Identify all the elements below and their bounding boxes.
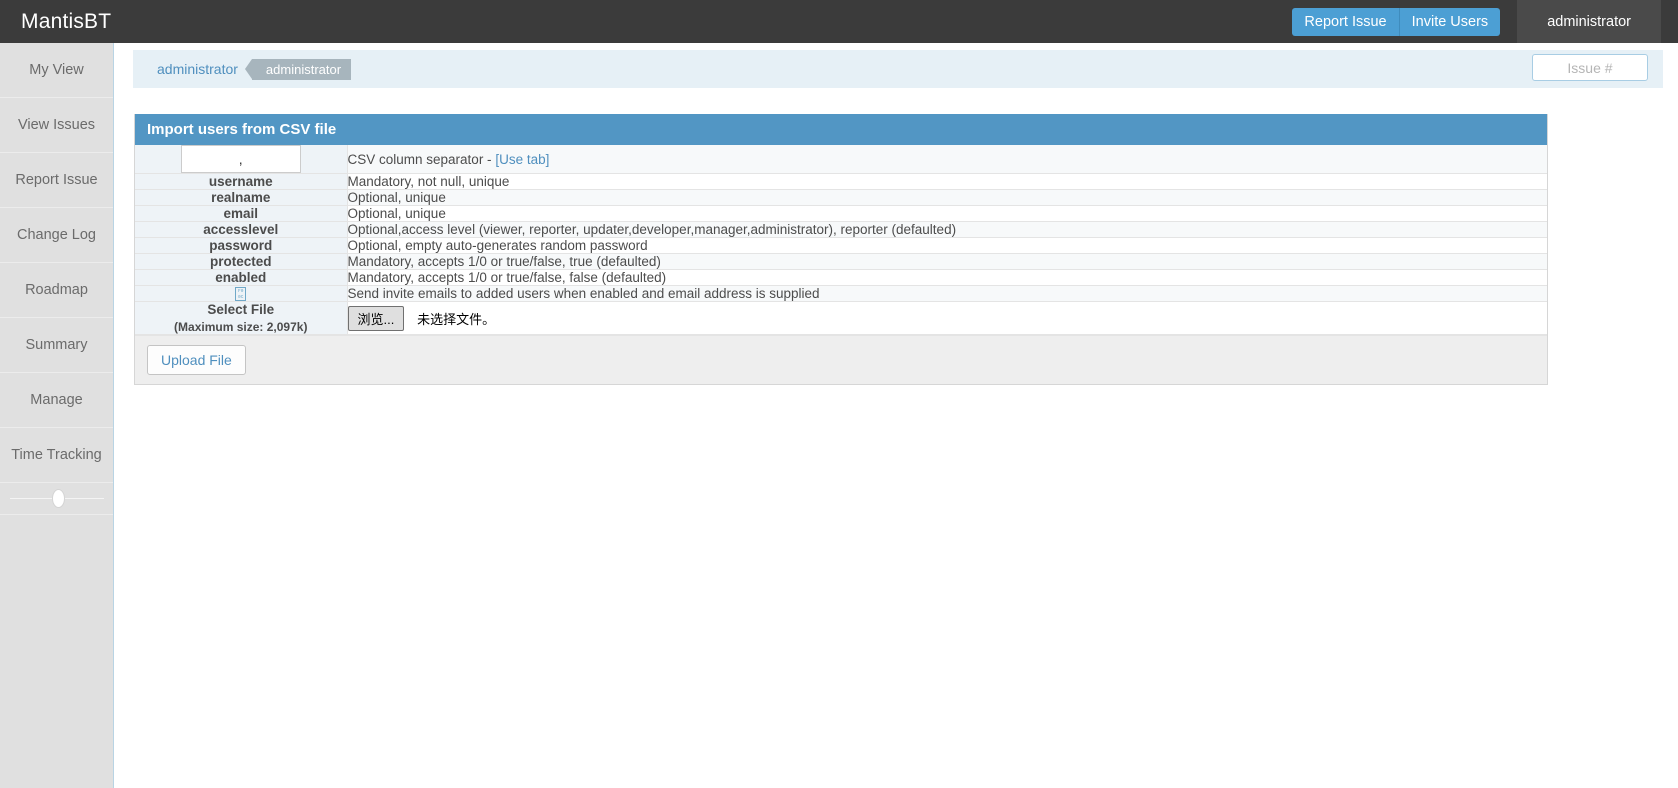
navbar-action-buttons: Report Issue Invite Users bbox=[1292, 0, 1501, 43]
navbar-right-group: Report Issue Invite Users administrator bbox=[1292, 0, 1678, 43]
sidebar-item-report-issue[interactable]: Report Issue bbox=[0, 153, 113, 208]
table-row: realname Optional, unique bbox=[135, 189, 1547, 206]
import-users-panel: Import users from CSV file CSV column se… bbox=[134, 114, 1548, 386]
user-menu[interactable]: administrator bbox=[1517, 0, 1661, 43]
sidebar-collapse-slider[interactable] bbox=[0, 483, 113, 515]
field-desc-email: Optional, unique bbox=[347, 205, 1547, 222]
breadcrumb: administrator administrator bbox=[133, 50, 1663, 88]
report-issue-button[interactable]: Report Issue bbox=[1292, 7, 1399, 36]
table-row: password Optional, empty auto-generates … bbox=[135, 237, 1547, 254]
invite-users-button[interactable]: Invite Users bbox=[1398, 7, 1501, 36]
select-file-input-cell: 浏览... 未选择文件。 bbox=[347, 301, 1547, 336]
separator-desc-text: CSV column separator - bbox=[347, 151, 496, 167]
csv-separator-input[interactable] bbox=[180, 145, 301, 173]
table-row: protected Mandatory, accepts 1/0 or true… bbox=[135, 253, 1547, 270]
field-desc-enabled: Mandatory, accepts 1/0 or true/false, fa… bbox=[347, 269, 1547, 286]
table-row: accesslevel Optional,access level (viewe… bbox=[135, 221, 1547, 238]
select-file-label-cell: Select File (Maximum size: 2,097k) bbox=[135, 301, 348, 336]
panel-footer: Upload File bbox=[135, 335, 1547, 385]
separator-desc-cell: CSV column separator - [Use tab] bbox=[347, 145, 1547, 174]
invite-checkbox-cell: F0 0C bbox=[135, 285, 348, 303]
sidebar: My View View Issues Report Issue Change … bbox=[0, 43, 114, 788]
select-file-label: Select File bbox=[207, 302, 275, 318]
panel-title: Import users from CSV file bbox=[135, 114, 1547, 145]
field-label-protected: protected bbox=[135, 253, 348, 270]
app-brand[interactable]: MantisBT bbox=[0, 10, 111, 34]
breadcrumb-link-administrator[interactable]: administrator bbox=[157, 61, 238, 77]
sidebar-item-my-view[interactable]: My View bbox=[0, 43, 113, 98]
sidebar-item-view-issues[interactable]: View Issues bbox=[0, 98, 113, 153]
field-desc-realname: Optional, unique bbox=[347, 189, 1547, 206]
field-desc-accesslevel: Optional,access level (viewer, reporter,… bbox=[347, 221, 1547, 238]
breadcrumb-bar: administrator administrator bbox=[115, 43, 1678, 93]
table-row: email Optional, unique bbox=[135, 205, 1547, 222]
table-row: enabled Mandatory, accepts 1/0 or true/f… bbox=[135, 269, 1547, 286]
checkbox-glyph-bottom: 0C bbox=[238, 294, 244, 300]
field-label-accesslevel: accesslevel bbox=[135, 221, 348, 238]
select-file-max-size: (Maximum size: 2,097k) bbox=[174, 320, 308, 335]
field-label-username: username bbox=[135, 173, 348, 190]
use-tab-link[interactable]: [Use tab] bbox=[495, 152, 549, 167]
table-row-invite: F0 0C Send invite emails to added users … bbox=[135, 285, 1547, 303]
slider-handle[interactable] bbox=[51, 489, 65, 508]
sidebar-item-manage[interactable]: Manage bbox=[0, 373, 113, 428]
sidebar-item-summary[interactable]: Summary bbox=[0, 318, 113, 373]
navbar-tail-spacer bbox=[1661, 0, 1678, 43]
field-desc-username: Mandatory, not null, unique bbox=[347, 173, 1547, 190]
top-navbar: MantisBT Report Issue Invite Users admin… bbox=[0, 0, 1678, 43]
field-label-realname: realname bbox=[135, 189, 348, 206]
field-label-email: email bbox=[135, 205, 348, 222]
separator-input-cell bbox=[135, 145, 348, 174]
field-label-password: password bbox=[135, 237, 348, 254]
field-label-enabled: enabled bbox=[135, 269, 348, 286]
field-desc-protected: Mandatory, accepts 1/0 or true/false, tr… bbox=[347, 253, 1547, 270]
field-desc-password: Optional, empty auto-generates random pa… bbox=[347, 237, 1547, 254]
table-row: username Mandatory, not null, unique bbox=[135, 173, 1547, 190]
breadcrumb-project-tag[interactable]: administrator bbox=[244, 58, 352, 80]
invite-desc-text: Send invite emails to added users when e… bbox=[347, 285, 1547, 303]
slider-track bbox=[9, 489, 104, 508]
table-row-separator: CSV column separator - [Use tab] bbox=[135, 145, 1547, 174]
table-row-select-file: Select File (Maximum size: 2,097k) 浏览...… bbox=[135, 301, 1547, 336]
sidebar-item-time-tracking[interactable]: Time Tracking bbox=[0, 428, 113, 483]
upload-file-button[interactable]: Upload File bbox=[147, 345, 246, 376]
sidebar-item-change-log[interactable]: Change Log bbox=[0, 208, 113, 263]
import-users-form-table: CSV column separator - [Use tab] usernam… bbox=[135, 145, 1547, 336]
sidebar-item-roadmap[interactable]: Roadmap bbox=[0, 263, 113, 318]
issue-search-input[interactable] bbox=[1532, 54, 1648, 81]
browse-file-button[interactable]: 浏览... bbox=[347, 305, 405, 331]
checkbox-icon[interactable]: F0 0C bbox=[235, 287, 247, 302]
selected-file-name: 未选择文件。 bbox=[417, 311, 496, 327]
